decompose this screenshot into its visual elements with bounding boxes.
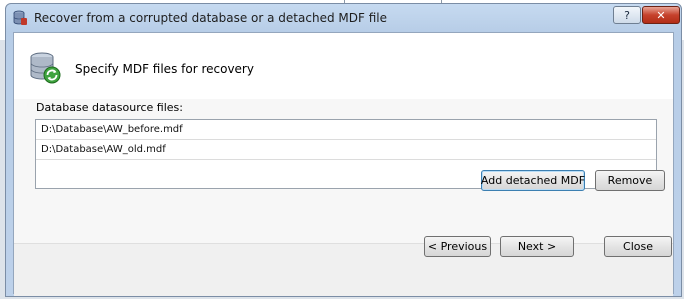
- database-recovery-icon: [13, 10, 27, 25]
- window-close-button[interactable]: ✕: [642, 6, 680, 24]
- page-title: Specify MDF files for recovery: [75, 62, 254, 76]
- list-item[interactable]: D:\Database\AW_old.mdf: [36, 140, 656, 160]
- dialog-client-area: Specify MDF files for recovery Database …: [13, 32, 674, 296]
- database-refresh-icon: [30, 52, 61, 84]
- wizard-header: Specify MDF files for recovery: [14, 33, 673, 100]
- files-list-label: Database datasource files:: [36, 101, 183, 114]
- help-icon: ?: [624, 8, 630, 22]
- next-button[interactable]: Next >: [500, 236, 574, 257]
- window-title: Recover from a corrupted database or a d…: [34, 11, 387, 25]
- recover-dialog: Recover from a corrupted database or a d…: [5, 3, 682, 297]
- close-icon: ✕: [656, 8, 666, 22]
- remove-button[interactable]: Remove: [595, 170, 665, 191]
- close-button[interactable]: Close: [604, 236, 672, 257]
- add-detached-mdf-button[interactable]: Add detached MDF: [481, 170, 585, 191]
- wizard-footer: [14, 243, 673, 296]
- previous-button[interactable]: < Previous: [424, 236, 491, 257]
- help-button[interactable]: ?: [613, 6, 641, 24]
- list-item[interactable]: D:\Database\AW_before.mdf: [36, 120, 656, 140]
- title-bar[interactable]: Recover from a corrupted database or a d…: [6, 4, 681, 32]
